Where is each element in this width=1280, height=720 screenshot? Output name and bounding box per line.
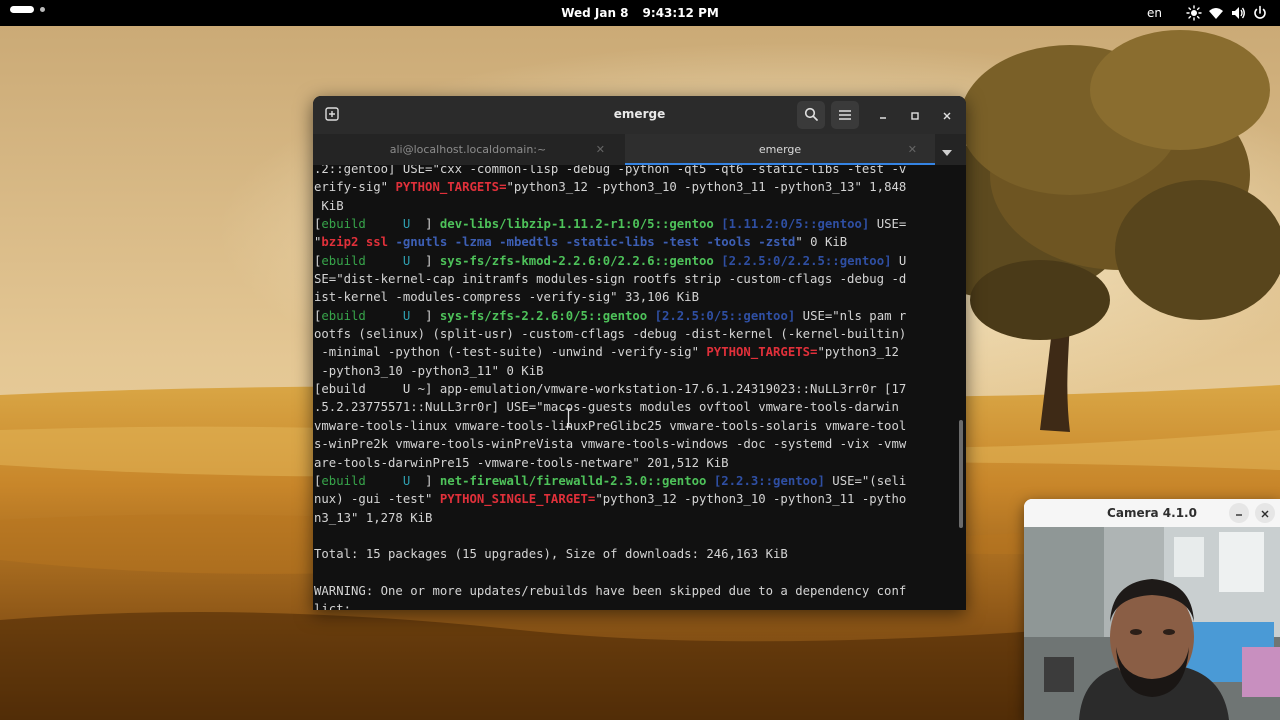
- minimize-icon: [1234, 504, 1244, 523]
- brightness-icon: [1186, 5, 1202, 21]
- clock[interactable]: Wed Jan 8 9:43:12 PM: [560, 6, 720, 20]
- tab-overview-button[interactable]: [939, 142, 955, 158]
- terminal-output[interactable]: .2::gentoo] USE="cxx -common-lisp -debug…: [313, 165, 966, 610]
- window-title: emerge: [613, 107, 666, 121]
- system-tray[interactable]: [1186, 5, 1268, 21]
- camera-video-feed: [1024, 527, 1280, 720]
- hamburger-icon: [838, 106, 852, 125]
- volume-icon: [1230, 5, 1246, 21]
- camera-close-button[interactable]: [1255, 503, 1275, 523]
- camera-window[interactable]: Camera 4.1.0: [1024, 499, 1280, 720]
- terminal-headerbar[interactable]: emerge: [313, 96, 966, 134]
- tab-bar: ali@localhost.localdomain:~ ✕ emerge ✕: [313, 134, 966, 165]
- minimize-button[interactable]: [873, 105, 893, 125]
- chevron-down-icon: [942, 141, 952, 160]
- search-button[interactable]: [797, 101, 825, 129]
- close-icon: [1260, 504, 1270, 523]
- workspace-indicator: [40, 7, 45, 12]
- new-tab-button[interactable]: [319, 102, 345, 128]
- close-tab-icon[interactable]: ✕: [596, 143, 605, 156]
- close-icon: [942, 106, 952, 125]
- tab-emerge[interactable]: emerge ✕: [625, 134, 935, 165]
- top-bar: Wed Jan 8 9:43:12 PM en: [0, 0, 1280, 26]
- close-button[interactable]: [937, 105, 957, 125]
- camera-minimize-button[interactable]: [1229, 503, 1249, 523]
- tab-label: ali@localhost.localdomain:~: [389, 143, 547, 156]
- close-tab-icon[interactable]: ✕: [908, 143, 917, 156]
- workspace-indicator-active: [10, 6, 34, 13]
- minimize-icon: [878, 106, 888, 125]
- activities-button[interactable]: [10, 6, 45, 13]
- wifi-icon: [1208, 5, 1224, 21]
- camera-headerbar[interactable]: Camera 4.1.0: [1024, 499, 1280, 527]
- keyboard-language[interactable]: en: [1147, 6, 1162, 20]
- power-icon: [1252, 5, 1268, 21]
- main-menu-button[interactable]: [831, 101, 859, 129]
- clock-date: Wed Jan 8: [561, 6, 629, 20]
- maximize-button[interactable]: [905, 105, 925, 125]
- clock-time: 9:43:12 PM: [642, 6, 719, 20]
- text-cursor-icon: [565, 408, 572, 428]
- scrollbar[interactable]: [959, 420, 963, 528]
- new-tab-icon: [325, 106, 339, 125]
- tab-label: emerge: [758, 143, 802, 156]
- search-icon: [804, 106, 818, 125]
- maximize-icon: [910, 106, 920, 125]
- terminal-window[interactable]: emerge ali@localhost.localdomain:~ ✕ eme…: [313, 96, 966, 610]
- terminal-text: .2::gentoo] USE="cxx -common-lisp -debug…: [314, 165, 907, 610]
- tab-home[interactable]: ali@localhost.localdomain:~ ✕: [313, 134, 623, 165]
